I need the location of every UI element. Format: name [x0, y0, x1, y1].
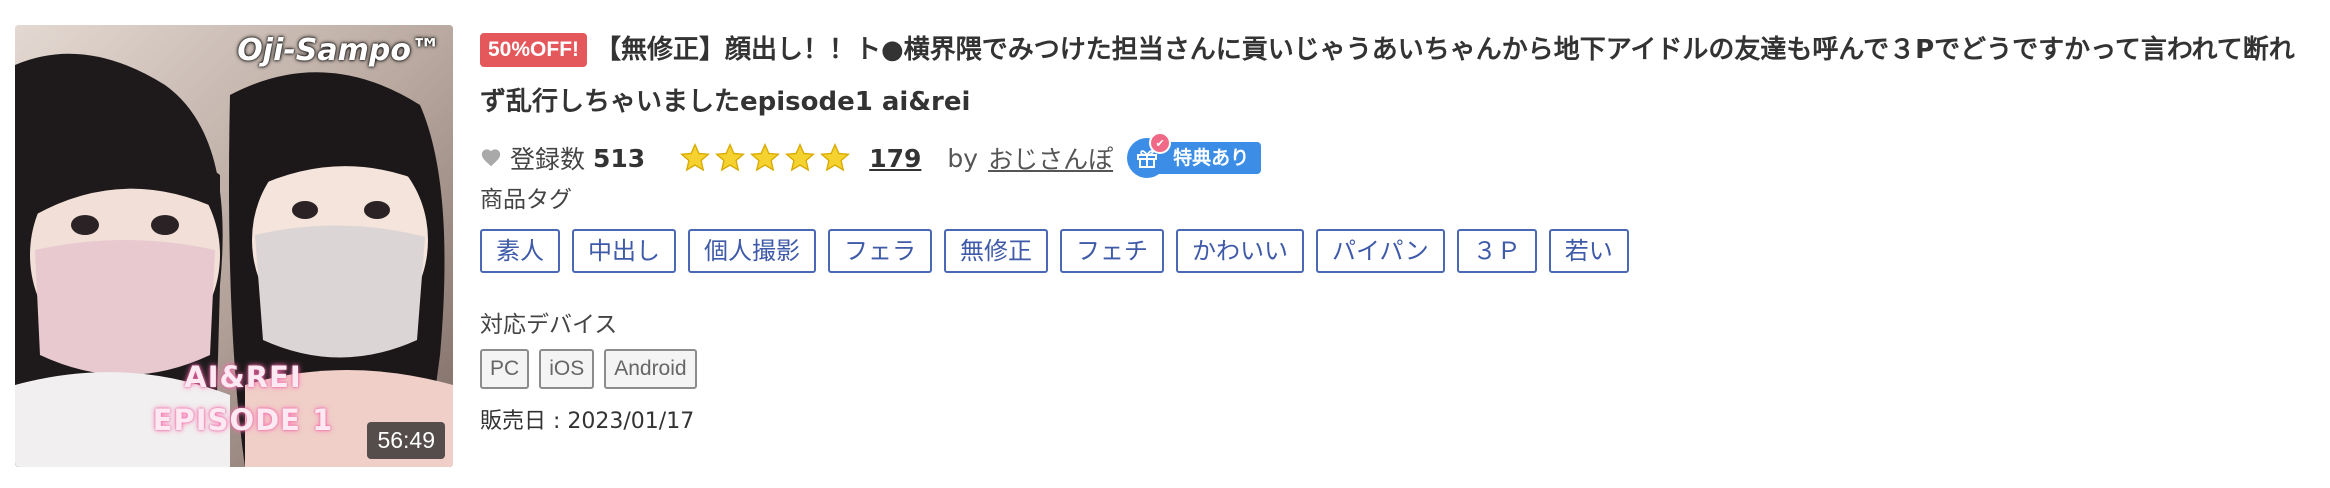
favorites-count: 513 [593, 143, 646, 173]
tokuten-badge[interactable]: ✔ 特典あり [1127, 132, 1262, 178]
thumbnail-overlay-line1: AI&REI [184, 360, 302, 394]
tag-item[interactable]: ３Ｐ [1456, 229, 1537, 273]
product-title[interactable]: 50%OFF! 【無修正】顔出し！！ト●横界隈でみつけた担当さんに貢いじゃうあいち… [480, 24, 2320, 128]
tag-item[interactable]: フェチ [1060, 229, 1164, 273]
tag-item[interactable]: 素人 [480, 229, 560, 273]
discount-badge: 50%OFF! [480, 33, 588, 67]
favorites-label: 登録数 [510, 145, 586, 174]
tags-section-label: 商品タグ [480, 187, 572, 213]
device-ios: iOS [539, 349, 595, 389]
check-icon: ✔ [1149, 132, 1172, 154]
star-icon [715, 143, 746, 172]
devices-section-label: 対応デバイス [480, 312, 618, 338]
tag-item[interactable]: 無修正 [944, 229, 1048, 273]
brand-watermark: Oji-Sampo™ [237, 33, 441, 68]
star-icon [785, 143, 816, 172]
product-card: Oji-Sampo™ AI&REI EPISODE 1 56:49 50%OFF… [0, 0, 2330, 488]
product-info: 50%OFF! 【無修正】顔出し！！ト●横界隈でみつけた担当さんに貢いじゃうあいち… [480, 24, 2320, 128]
thumbnail-overlay-line2: EPISODE 1 [152, 403, 334, 437]
tag-list: 素人 中出し 個人撮影 フェラ 無修正 フェチ かわいい パイパン ３Ｐ 若い [480, 229, 1629, 273]
release-date: 販売日 : 2023/01/17 [480, 409, 695, 434]
tag-item[interactable]: パイパン [1316, 229, 1445, 273]
gift-icon: ✔ [1127, 132, 1172, 178]
star-rating [679, 142, 851, 174]
product-meta: 登録数 513 179 by おじさんぽ ✔ 特典あり [480, 132, 1262, 182]
author-link[interactable]: おじさんぽ [988, 140, 1113, 176]
device-android: Android [604, 349, 697, 389]
device-list: PC iOS Android [480, 349, 697, 389]
star-icon [680, 143, 711, 172]
tag-item[interactable]: 個人撮影 [688, 229, 816, 273]
device-pc: PC [480, 349, 530, 389]
heart-icon[interactable] [480, 147, 502, 169]
tag-item[interactable]: 中出し [572, 229, 676, 273]
tag-item[interactable]: フェラ [828, 229, 932, 273]
star-icon [750, 143, 781, 172]
product-thumbnail[interactable]: Oji-Sampo™ AI&REI EPISODE 1 56:49 [15, 25, 453, 467]
by-label: by [947, 143, 979, 173]
tag-item[interactable]: かわいい [1176, 229, 1304, 273]
thumbnail-photo [15, 25, 453, 467]
review-count-link[interactable]: 179 [869, 144, 921, 173]
product-title-text[interactable]: 【無修正】顔出し！！ト●横界隈でみつけた担当さんに貢いじゃうあいちゃんから地下ア… [480, 35, 2295, 117]
star-icon [820, 143, 851, 172]
tag-item[interactable]: 若い [1548, 229, 1629, 273]
duration-badge: 56:49 [367, 422, 445, 459]
